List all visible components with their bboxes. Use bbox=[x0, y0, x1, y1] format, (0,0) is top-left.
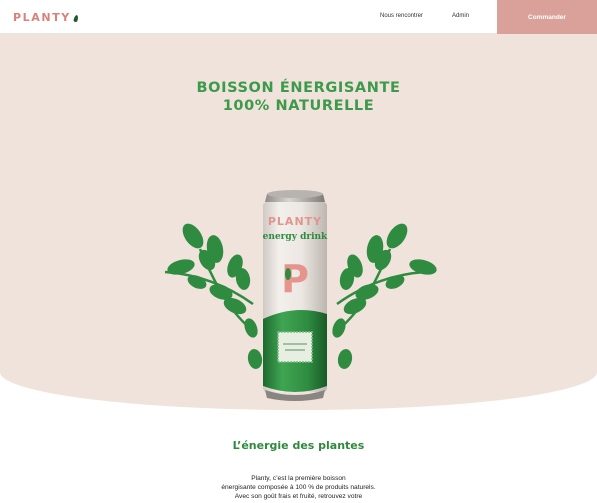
hero-section: BOISSON ÉNERGISANTE 100% NATURELLE PLANT… bbox=[0, 34, 597, 410]
can-brand: PLANTY bbox=[268, 215, 322, 228]
nav-link-rencontrer[interactable]: Nous rencontrer bbox=[380, 13, 423, 19]
energy-can-illustration: PLANTY energy drink P bbox=[164, 190, 437, 401]
hero-product-illustration: PLANTY energy drink P bbox=[145, 154, 445, 404]
top-nav-bar: PLANTY Nous rencontrer Admin Commander bbox=[0, 0, 597, 34]
can-subtitle: energy drink bbox=[263, 232, 328, 242]
hero-title-line2: 100% NATURELLE bbox=[222, 98, 375, 114]
leaf-icon bbox=[73, 14, 79, 22]
left-leaf-branch bbox=[164, 223, 263, 369]
body-line: Avec son goût frais et fruité, retrouvez… bbox=[234, 493, 363, 500]
body-line: Planty, c’est la première boisson bbox=[251, 475, 346, 482]
hero-title: BOISSON ÉNERGISANTE 100% NATURELLE bbox=[0, 79, 597, 115]
section-title: L’énergie des plantes bbox=[232, 439, 365, 452]
body-line: énergisante composée à 100 % de produits… bbox=[221, 484, 376, 491]
logo-text: PLANTY bbox=[13, 11, 71, 24]
nav-link-admin[interactable]: Admin bbox=[452, 13, 469, 19]
logo[interactable]: PLANTY bbox=[13, 11, 79, 24]
hero-title-line1: BOISSON ÉNERGISANTE bbox=[196, 80, 401, 96]
can-letter: P bbox=[281, 257, 309, 301]
right-leaf-branch bbox=[332, 223, 437, 369]
energy-can: PLANTY energy drink P bbox=[263, 190, 328, 401]
order-button[interactable]: Commander bbox=[497, 0, 597, 34]
section-body: Planty, c’est la première boisson énergi… bbox=[0, 474, 597, 501]
